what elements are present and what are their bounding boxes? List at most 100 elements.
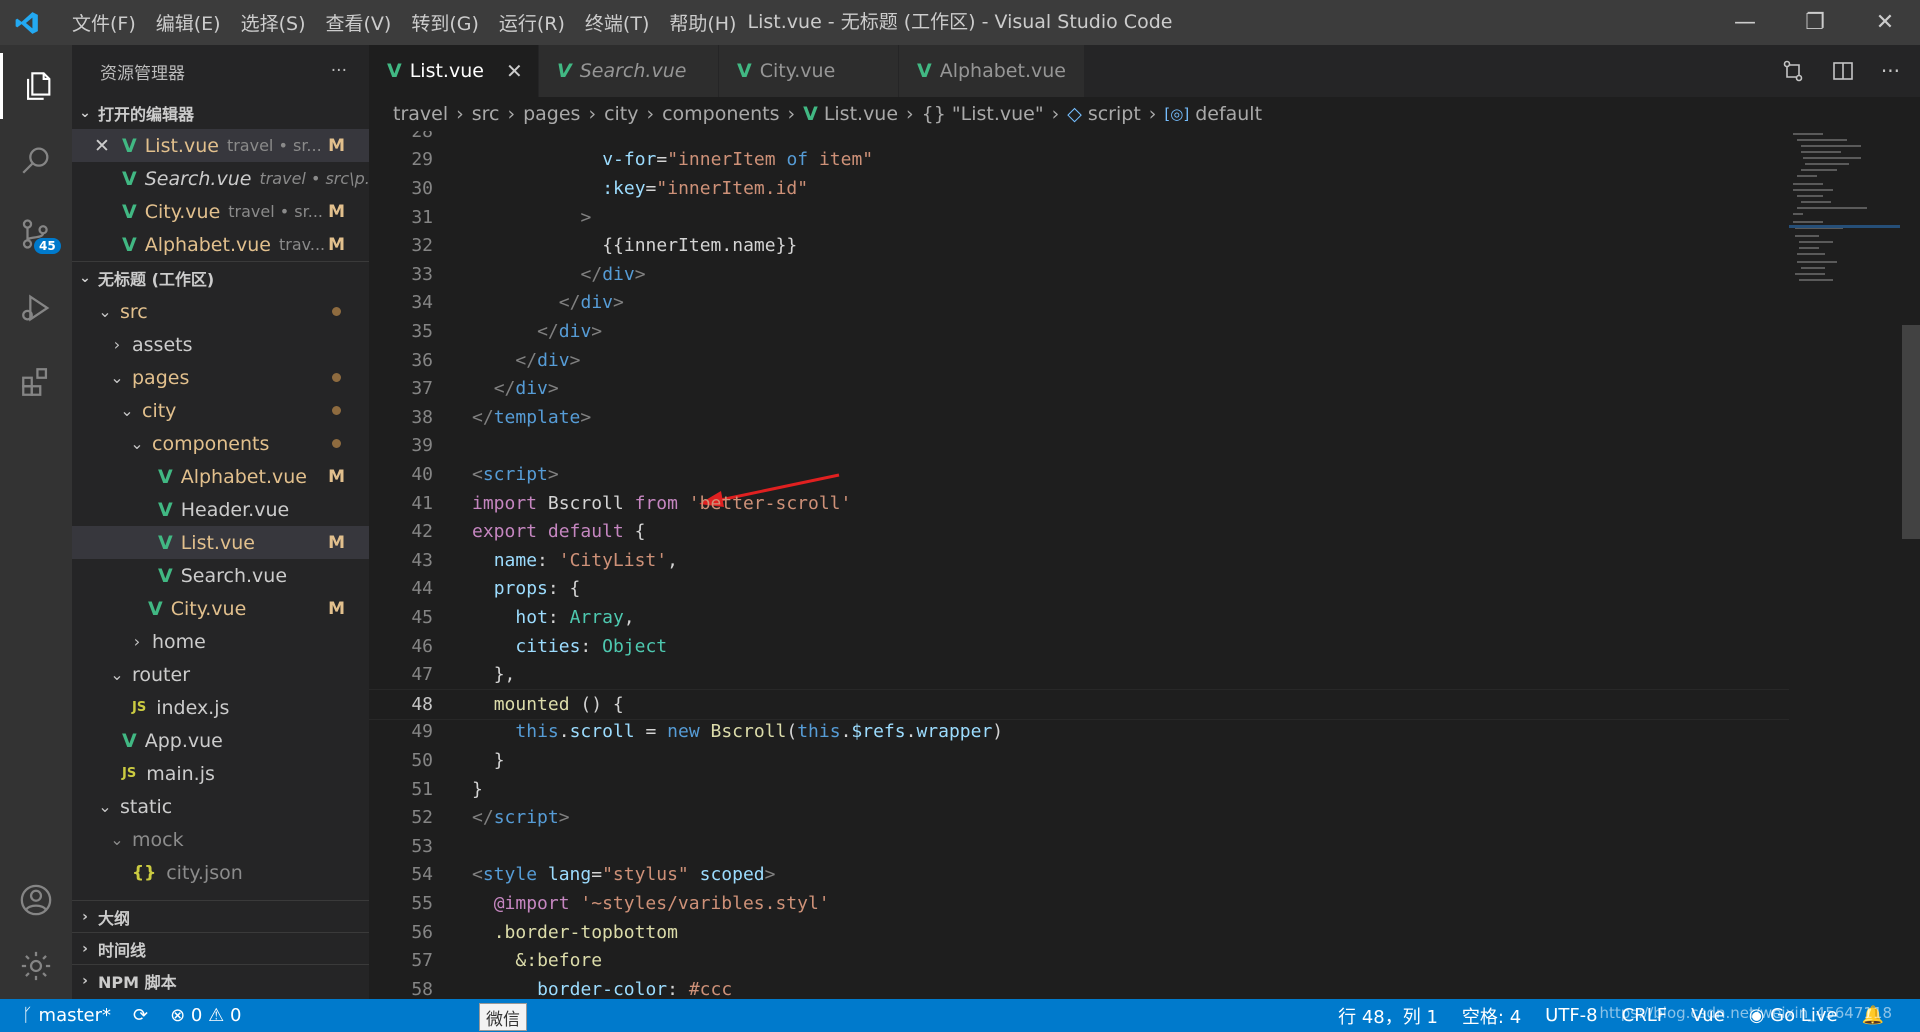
split-editor-icon[interactable]	[1831, 59, 1855, 83]
code-text: </div>	[559, 292, 624, 313]
git-branch-icon: ᚴ	[22, 1005, 39, 1026]
tree-file-app[interactable]: V App.vue	[72, 724, 369, 757]
code-token: this	[515, 721, 559, 743]
close-icon[interactable]: ✕	[506, 59, 523, 83]
accounts-icon[interactable]	[0, 867, 72, 933]
tree-file-list[interactable]: V List.vue M	[72, 526, 369, 559]
breadcrumb-item[interactable]: src	[472, 103, 500, 125]
code-token: >	[764, 864, 776, 886]
code-token: () {	[569, 693, 624, 715]
tree-folder-pages[interactable]: ⌄ pages	[72, 361, 369, 394]
settings-gear-icon[interactable]	[0, 933, 72, 999]
code-token: Object	[602, 635, 668, 657]
tree-folder-router[interactable]: ⌄ router	[72, 658, 369, 691]
restore-button[interactable]: ❐	[1780, 0, 1850, 45]
minimize-button[interactable]: —	[1710, 0, 1780, 45]
code-token: >	[613, 292, 624, 314]
tree-folder-city[interactable]: ⌄ city	[72, 394, 369, 427]
explorer-icon[interactable]	[0, 53, 72, 119]
breadcrumb-item[interactable]: script	[1088, 103, 1141, 125]
close-window-button[interactable]: ✕	[1850, 0, 1920, 45]
code-token: border-color	[537, 978, 668, 999]
encoding[interactable]: UTF-8	[1545, 1005, 1597, 1026]
code-token: new	[667, 721, 700, 743]
breadcrumb-item[interactable]: pages	[523, 103, 580, 125]
workspace-section[interactable]: ⌄ 无标题 (工作区)	[72, 261, 369, 293]
tree-file-index[interactable]: JS index.js	[72, 691, 369, 724]
menu-help[interactable]: 帮助(H)	[659, 9, 746, 36]
tree-file-city[interactable]: V City.vue M	[72, 592, 369, 625]
code-editor[interactable]: 28 29 v-for="innerItem of item" 30:key="inn…	[369, 131, 1789, 999]
breadcrumb-item[interactable]: city	[604, 103, 638, 125]
line-number: 38	[411, 406, 433, 428]
open-changes-icon[interactable]	[1781, 59, 1805, 83]
open-editor-item[interactable]: V Alphabet.vue trav... M	[72, 228, 369, 261]
close-icon[interactable]: ✕	[94, 135, 114, 157]
tree-file-main[interactable]: JS main.js	[72, 757, 369, 790]
open-editor-item[interactable]: ✕ V List.vue travel • sr... M	[72, 129, 369, 162]
run-debug-icon[interactable]	[0, 275, 72, 341]
tab-city-vue[interactable]: V City.vue	[719, 45, 899, 97]
tree-file-alphabet[interactable]: V Alphabet.vue M	[72, 460, 369, 493]
title-bar: 文件(F) 编辑(E) 选择(S) 查看(V) 转到(G) 运行(R) 终端(T…	[0, 0, 1920, 45]
timeline-section[interactable]: › 时间线	[72, 932, 369, 964]
breadcrumb-item[interactable]: components	[662, 103, 779, 125]
tab-alphabet-vue[interactable]: V Alphabet.vue	[899, 45, 1085, 97]
tree-folder-components[interactable]: ⌄ components	[72, 427, 369, 460]
code-line: 35 </div>	[369, 317, 1789, 346]
code-token: >	[580, 206, 592, 228]
menu-run[interactable]: 运行(R)	[489, 9, 575, 36]
tree-file-header[interactable]: V Header.vue	[72, 493, 369, 526]
open-editors-section[interactable]: ⌄ 打开的编辑器	[72, 97, 369, 129]
file-name: Search.vue	[144, 167, 252, 190]
tree-folder-assets[interactable]: › assets	[72, 328, 369, 361]
search-icon[interactable]	[0, 127, 72, 193]
breadcrumb-item[interactable]: {} "List.vue"	[922, 103, 1044, 125]
menu-view[interactable]: 查看(V)	[316, 9, 402, 36]
cursor-position[interactable]: 行 48，列 1	[1338, 1003, 1438, 1029]
sync-icon[interactable]: ⟳	[133, 1005, 148, 1026]
code-text: export default {	[472, 521, 645, 542]
branch-indicator[interactable]: ᚴ master*	[22, 1005, 111, 1026]
file-name: city.json	[166, 861, 243, 884]
line-number: 36	[411, 349, 433, 371]
file-desc: trav...	[278, 235, 326, 254]
tab-list-vue[interactable]: V List.vue ✕	[369, 45, 539, 97]
source-control-icon[interactable]: 45	[0, 201, 72, 267]
outline-section[interactable]: › 大纲	[72, 900, 369, 932]
code-token: =	[645, 177, 657, 199]
tab-search-vue[interactable]: V Search.vue	[539, 45, 719, 97]
open-editor-item[interactable]: V City.vue travel • sr... M	[72, 195, 369, 228]
scrollbar-track[interactable]	[1900, 131, 1920, 999]
tree-file-cityjson[interactable]: {} city.json	[72, 856, 369, 889]
code-token: :	[537, 549, 559, 571]
tree-folder-src[interactable]: ⌄ src	[72, 295, 369, 328]
folder-name: router	[132, 663, 191, 686]
tree-folder-mock[interactable]: ⌄ mock	[72, 823, 369, 856]
tree-folder-static[interactable]: ⌄ static	[72, 790, 369, 823]
scrollbar-thumb[interactable]	[1902, 325, 1920, 539]
tree-folder-home[interactable]: › home	[72, 625, 369, 658]
open-editor-item[interactable]: V Search.vue travel • src\p...	[72, 162, 380, 195]
breadcrumb-item[interactable]: List.vue	[824, 103, 898, 125]
problems-indicator[interactable]: ⊗ 0 ⚠ 0	[170, 1005, 241, 1026]
vue-file-icon: V	[737, 60, 752, 82]
more-actions-icon[interactable]: ···	[331, 61, 347, 81]
breadcrumb-item[interactable]: default	[1195, 103, 1262, 125]
npm-scripts-section[interactable]: › NPM 脚本	[72, 964, 369, 996]
indentation[interactable]: 空格: 4	[1462, 1003, 1521, 1029]
menu-edit[interactable]: 编辑(E)	[146, 9, 231, 36]
explorer-sidebar: 资源管理器 ··· ⌄ 打开的编辑器 ✕ V List.vue travel •…	[72, 45, 380, 999]
extensions-icon[interactable]	[0, 349, 72, 415]
menu-file[interactable]: 文件(F)	[62, 9, 146, 36]
menu-selection[interactable]: 选择(S)	[231, 9, 316, 36]
menu-terminal[interactable]: 终端(T)	[575, 9, 659, 36]
minimap[interactable]	[1789, 131, 1907, 999]
code-token: hot	[515, 606, 548, 628]
code-line: 45 hot: Array,	[369, 603, 1789, 632]
breadcrumb-item[interactable]: travel	[393, 103, 448, 125]
more-actions-icon[interactable]: ···	[1881, 59, 1900, 83]
menu-go[interactable]: 转到(G)	[401, 9, 489, 36]
tree-file-search[interactable]: V Search.vue	[72, 559, 369, 592]
code-token: >	[569, 349, 581, 371]
